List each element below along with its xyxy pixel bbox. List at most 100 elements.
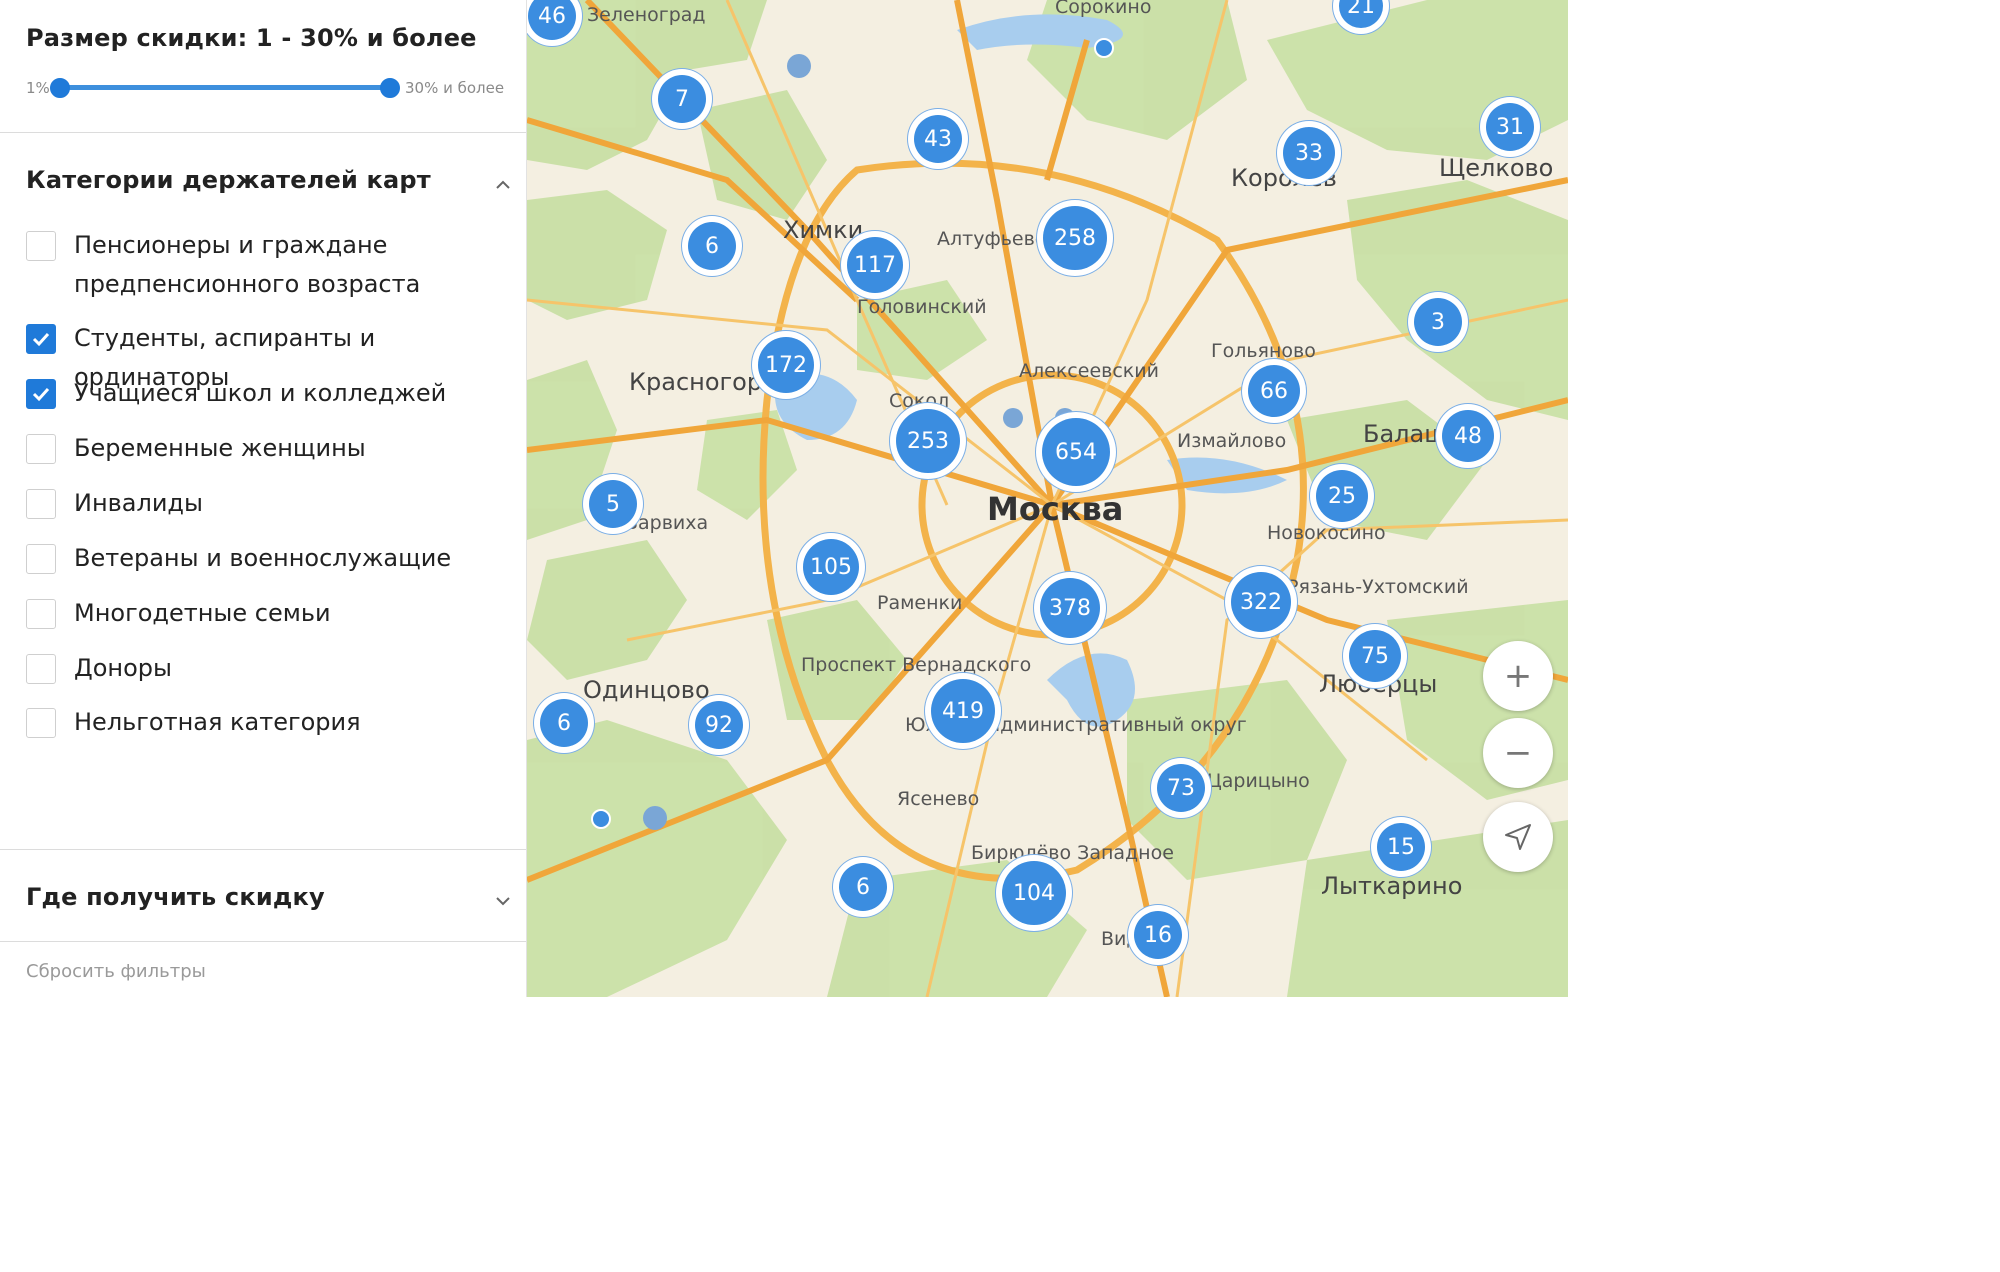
checkbox[interactable] [26, 489, 56, 519]
map-place-label: Алексеевский [1019, 360, 1159, 382]
map-place-label: Ясенево [897, 788, 980, 810]
map-cluster-marker[interactable]: 104 [996, 855, 1072, 931]
divider [0, 849, 526, 850]
map-cluster-marker[interactable]: 105 [797, 533, 865, 601]
divider [0, 132, 526, 133]
map-cluster-marker[interactable]: 7 [652, 69, 712, 129]
checkbox[interactable] [26, 434, 56, 464]
map-cluster-marker[interactable]: 6 [534, 693, 594, 753]
map-place-label: Головинский [857, 296, 987, 318]
category-label-line: Доноры [74, 654, 172, 682]
checkbox[interactable] [26, 544, 56, 574]
zoom-in-button[interactable]: + [1483, 641, 1553, 711]
map-cluster-marker[interactable]: 117 [841, 231, 909, 299]
cluster-count: 15 [1377, 823, 1425, 871]
map-place-label: Проспект Вернадского [801, 654, 1032, 676]
map-cluster-marker[interactable]: 31 [1480, 97, 1540, 157]
map-point-marker[interactable] [1094, 38, 1114, 58]
map-view[interactable]: Москва Химки Красногорск Одинцово Королёв Щел… [527, 0, 1568, 997]
checkmark-icon [32, 332, 50, 347]
map-cluster-marker[interactable]: 92 [689, 695, 749, 755]
divider [0, 941, 526, 942]
discount-title: Размер скидки: 1 - 30% и более [26, 24, 477, 52]
checkmark-icon [32, 387, 50, 402]
map-cluster-marker[interactable]: 253 [890, 403, 966, 479]
category-label-line: Многодетные семьи [74, 599, 331, 627]
cluster-count: 48 [1442, 410, 1494, 462]
checkbox[interactable] [26, 231, 56, 261]
category-option[interactable]: Ветераны и военнослужащие [26, 544, 506, 578]
map-cluster-marker[interactable]: 378 [1034, 572, 1106, 644]
map-place-label: Сорокино [1055, 0, 1152, 18]
category-label: Беременные женщины [74, 429, 366, 468]
category-label: Нельготная категория [74, 703, 361, 742]
reset-filters-link[interactable]: Сбросить фильтры [26, 961, 206, 982]
checkbox[interactable] [26, 599, 56, 629]
cluster-count: 105 [803, 539, 859, 595]
cluster-count: 43 [914, 115, 962, 163]
zoom-out-button[interactable]: − [1483, 718, 1553, 788]
chevron-up-icon[interactable] [494, 176, 512, 194]
map-cluster-marker[interactable]: 15 [1371, 817, 1431, 877]
map-cluster-marker[interactable]: 322 [1225, 566, 1297, 638]
category-option[interactable]: Учащиеся школ и колледжей [26, 379, 506, 413]
cluster-count: 258 [1043, 206, 1107, 270]
category-label: Доноры [74, 649, 172, 688]
category-option[interactable]: Пенсионеры и граждане предпенсионного воз… [26, 231, 506, 304]
chevron-down-icon[interactable] [494, 892, 512, 910]
map-cluster-marker[interactable]: 6 [682, 216, 742, 276]
slider-max-handle[interactable] [380, 78, 400, 98]
map-cluster-marker[interactable]: 6 [833, 857, 893, 917]
map-place-label: Зеленоград [587, 4, 706, 26]
map-cluster-marker[interactable]: 258 [1037, 200, 1113, 276]
cluster-count: 46 [528, 0, 576, 40]
cluster-count: 419 [931, 679, 995, 743]
categories-title[interactable]: Категории держателей карт [26, 166, 431, 194]
map-cluster-marker[interactable]: 73 [1151, 758, 1211, 818]
map-cluster-marker[interactable]: 75 [1343, 624, 1407, 688]
category-label-line: Учащиеся школ и колледжей [74, 379, 447, 407]
cluster-count: 73 [1157, 764, 1205, 812]
slider-max-label: 30% и более [405, 79, 505, 97]
category-label: Многодетные семьи [74, 594, 331, 633]
map-cluster-marker[interactable]: 33 [1277, 121, 1341, 185]
category-label: Учащиеся школ и колледжей [74, 374, 446, 413]
cluster-count: 66 [1248, 365, 1300, 417]
map-cluster-marker[interactable]: 172 [752, 331, 820, 399]
map-point-marker[interactable] [591, 809, 611, 829]
map-cluster-marker[interactable]: 419 [925, 673, 1001, 749]
map-cluster-marker[interactable]: 5 [583, 474, 643, 534]
map-cluster-marker[interactable]: 48 [1436, 404, 1500, 468]
map-place-label: Раменки [877, 592, 963, 614]
cluster-count: 253 [896, 409, 960, 473]
map-cluster-marker[interactable]: 654 [1036, 412, 1116, 492]
cluster-count: 7 [658, 75, 706, 123]
where-title[interactable]: Где получить скидку [26, 883, 325, 911]
slider-min-label: 1% [26, 79, 50, 97]
map-cluster-marker[interactable]: 3 [1408, 292, 1468, 352]
slider-min-handle[interactable] [50, 78, 70, 98]
category-option[interactable]: Многодетные семьи [26, 599, 506, 633]
checkbox[interactable] [26, 654, 56, 684]
category-option[interactable]: Беременные женщины [26, 434, 506, 468]
geolocate-button[interactable] [1483, 802, 1553, 872]
checkbox-checked[interactable] [26, 379, 56, 409]
category-option[interactable]: Инвалиды [26, 489, 506, 523]
map-cluster-marker[interactable]: 43 [908, 109, 968, 169]
cluster-count: 322 [1231, 572, 1291, 632]
cluster-count: 33 [1283, 127, 1335, 179]
category-label: Инвалиды [74, 484, 203, 523]
cluster-count: 5 [589, 480, 637, 528]
map-place-label: Новокосино [1267, 522, 1386, 544]
category-option[interactable]: Нельготная категория [26, 708, 506, 742]
category-label-line: Беременные женщины [74, 434, 366, 462]
checkbox[interactable] [26, 708, 56, 738]
map-cluster-marker[interactable]: 25 [1310, 464, 1374, 528]
map-cluster-marker[interactable]: 16 [1128, 905, 1188, 965]
cluster-count: 6 [839, 863, 887, 911]
map-cluster-marker[interactable]: 66 [1242, 359, 1306, 423]
category-option[interactable]: Доноры [26, 654, 506, 688]
map-place-label: Рязань-Ухтомский [1287, 576, 1469, 598]
checkbox-checked[interactable] [26, 324, 56, 354]
discount-slider-track[interactable] [58, 85, 390, 90]
